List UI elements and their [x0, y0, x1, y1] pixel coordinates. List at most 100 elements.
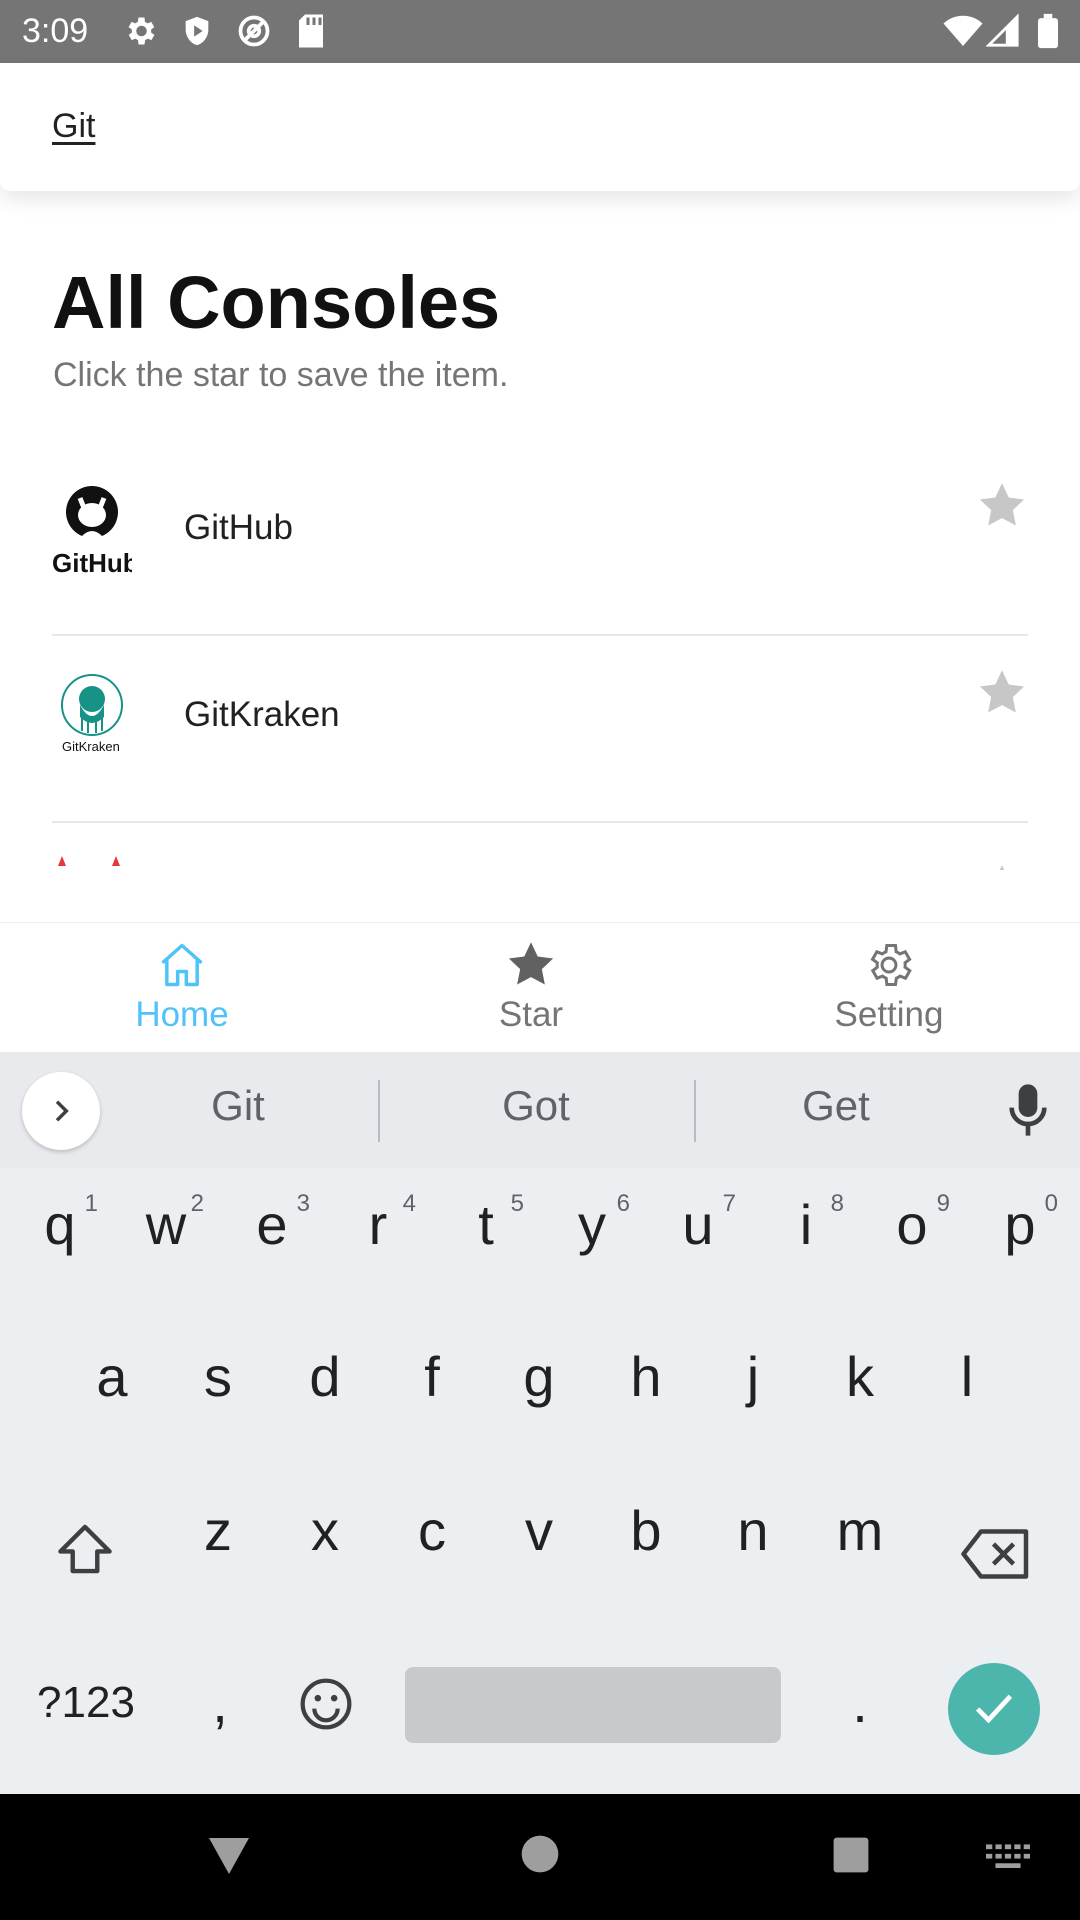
soft-keyboard: Git Got Get q1 w2 e3 r4 t5 y6 u7 i8 o9 p… [0, 1052, 1080, 1794]
key-m[interactable]: m [820, 1498, 900, 1563]
emoji-icon [300, 1678, 352, 1730]
key-q[interactable]: q1 [20, 1190, 100, 1257]
key-v[interactable]: v [499, 1498, 579, 1563]
wifi-icon [943, 15, 983, 46]
suggestion-strip: Git Got Get [0, 1052, 1080, 1168]
page-subtitle: Click the star to save the item. [53, 356, 509, 394]
key-j[interactable]: j [713, 1344, 793, 1409]
key-f[interactable]: f [392, 1344, 472, 1409]
status-time: 3:09 [22, 12, 89, 50]
key-hint: 8 [830, 1190, 844, 1217]
list-item-github[interactable]: GitHub GitHub [52, 450, 1028, 636]
nav-star[interactable]: Star [431, 923, 631, 1051]
gitkraken-logo: GitKraken [61, 674, 123, 754]
suggestion-2[interactable]: Got [476, 1082, 596, 1130]
key-h[interactable]: h [606, 1344, 686, 1409]
key-o[interactable]: o9 [872, 1190, 952, 1257]
key-t[interactable]: t5 [446, 1190, 526, 1257]
suggestion-divider [378, 1080, 380, 1142]
key-label: y [578, 1193, 606, 1256]
spacebar[interactable] [405, 1667, 781, 1743]
key-hint: 0 [1044, 1190, 1058, 1217]
status-bar: 3:09 [0, 0, 1080, 63]
key-s[interactable]: s [178, 1344, 258, 1409]
key-hint: 1 [84, 1190, 98, 1217]
emoji-key[interactable] [296, 1676, 356, 1745]
at-icon [238, 15, 270, 47]
console-name: GitHub [184, 508, 293, 547]
symbols-key[interactable]: ?123 [26, 1678, 146, 1728]
key-y[interactable]: y6 [552, 1190, 632, 1257]
backspace-icon [961, 1529, 1029, 1579]
key-hint: 4 [402, 1190, 416, 1217]
enter-key[interactable] [948, 1663, 1040, 1755]
search-bar[interactable]: Git [0, 63, 1080, 191]
nav-setting-label: Setting [834, 995, 944, 1034]
key-l[interactable]: l [927, 1344, 1007, 1409]
gear-icon [870, 943, 912, 987]
key-period[interactable]: . [830, 1670, 890, 1735]
key-comma[interactable]: , [190, 1670, 250, 1735]
list-item-gitkraken[interactable]: GitKraken GitKraken [52, 637, 1028, 823]
home-circle-icon[interactable] [520, 1834, 560, 1874]
key-b[interactable]: b [606, 1498, 686, 1563]
key-label: r [368, 1193, 388, 1256]
key-label: q [44, 1193, 76, 1256]
recents-icon[interactable] [832, 1836, 870, 1874]
chevron-right-icon [55, 1100, 69, 1122]
shift-key[interactable] [50, 1522, 120, 1589]
key-label: p [1004, 1193, 1036, 1256]
nav-setting[interactable]: Setting [789, 923, 989, 1051]
key-label: w [145, 1193, 187, 1256]
key-e[interactable]: e3 [232, 1190, 312, 1257]
key-a[interactable]: a [72, 1344, 152, 1409]
signal-icon [986, 13, 1019, 47]
key-label: u [682, 1193, 714, 1256]
key-x[interactable]: x [285, 1498, 365, 1563]
key-r[interactable]: r4 [338, 1190, 418, 1257]
partial-logo [58, 856, 120, 866]
nav-home-label: Home [135, 995, 229, 1034]
shield-icon [185, 16, 209, 46]
key-i[interactable]: i8 [766, 1190, 846, 1257]
home-icon [161, 943, 203, 987]
keyboard-switch-icon[interactable] [986, 1844, 1030, 1870]
key-k[interactable]: k [820, 1344, 900, 1409]
star-icon[interactable] [976, 862, 1028, 870]
key-label: i [799, 1193, 813, 1256]
key-hint: 9 [936, 1190, 950, 1217]
system-navigation-bar [0, 1794, 1080, 1920]
key-u[interactable]: u7 [658, 1190, 738, 1257]
key-d[interactable]: d [285, 1344, 365, 1409]
key-hint: 7 [722, 1190, 736, 1217]
key-hint: 5 [510, 1190, 524, 1217]
key-w[interactable]: w2 [126, 1190, 206, 1257]
microphone-icon[interactable] [1008, 1082, 1048, 1138]
key-hint: 3 [296, 1190, 310, 1217]
star-icon[interactable] [976, 480, 1028, 532]
key-label: o [896, 1193, 928, 1256]
list-item-partial[interactable] [52, 824, 1028, 870]
gitkraken-logo-text: GitKraken [62, 739, 120, 754]
backspace-key[interactable] [956, 1528, 1036, 1593]
sd-card-icon [299, 14, 323, 48]
key-p[interactable]: p0 [980, 1190, 1060, 1257]
key-label: e [256, 1193, 288, 1256]
suggestion-1[interactable]: Git [178, 1082, 298, 1130]
search-input[interactable]: Git [52, 107, 95, 146]
checkmark-icon [975, 1694, 1013, 1724]
star-icon[interactable] [976, 667, 1028, 719]
console-list: GitHub GitHub GitKraken GitKraken [0, 450, 1080, 870]
back-icon[interactable] [205, 1834, 253, 1878]
nav-home[interactable]: Home [82, 923, 282, 1051]
key-hint: 2 [190, 1190, 204, 1217]
github-logo: GitHub [52, 486, 132, 578]
expand-suggestions-button[interactable] [22, 1072, 100, 1150]
suggestion-3[interactable]: Get [776, 1082, 896, 1130]
key-g[interactable]: g [499, 1344, 579, 1409]
gear-icon [128, 17, 155, 45]
star-icon [508, 942, 554, 985]
key-n[interactable]: n [713, 1498, 793, 1563]
key-z[interactable]: z [178, 1498, 258, 1563]
key-c[interactable]: c [392, 1498, 472, 1563]
